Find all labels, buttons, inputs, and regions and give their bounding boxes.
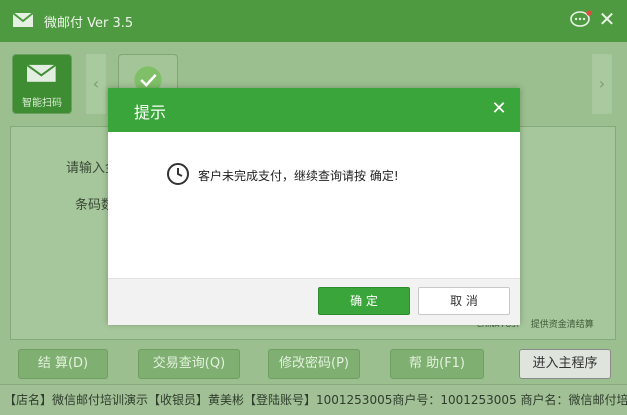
dialog-footer: 确 定 取 消 <box>108 278 520 325</box>
window-title: 微邮付 Ver 3.5 <box>44 16 134 31</box>
dialog-message-row: 客户未完成支付，继续查询请按 确定! <box>166 162 506 190</box>
dialog-message: 客户未完成支付，继续查询请按 确定! <box>198 169 399 183</box>
prev-arrow-button[interactable]: ‹ <box>86 54 106 114</box>
settlement-slogan: 提供资金清结算 <box>530 320 594 330</box>
change-password-button[interactable]: 修改密码(P) <box>268 349 360 379</box>
envelope-logo-icon <box>12 12 34 27</box>
close-icon[interactable]: ✕ <box>596 8 618 30</box>
next-arrow-button[interactable]: › <box>592 54 612 114</box>
settle-button[interactable]: 结 算(D) <box>18 349 108 379</box>
smart-scan-label: 智能扫码 <box>22 98 62 109</box>
dialog-header: 提示 ✕ <box>108 88 520 132</box>
enter-main-program-button[interactable]: 进入主程序 <box>519 349 611 379</box>
dialog-title: 提示 <box>134 103 167 122</box>
cancel-button[interactable]: 取 消 <box>418 287 510 315</box>
envelope-icon <box>26 64 57 82</box>
action-button-row: 结 算(D) 交易查询(Q) 修改密码(P) 帮 助(F1) 进入主程序 <box>0 346 627 380</box>
prompt-dialog: 提示 ✕ 客户未完成支付，继续查询请按 确定! 确 定 取 消 <box>108 88 520 325</box>
chat-bubble-icon[interactable] <box>570 10 592 30</box>
title-bar: 微邮付 Ver 3.5 ✕ <box>0 0 627 42</box>
clock-icon <box>167 163 189 185</box>
status-bar: 【店名】微信邮付培训演示【收银员】黄美彬【登陆账号】1001253005商户号：… <box>0 384 627 415</box>
smart-scan-button[interactable]: 智能扫码 <box>12 54 72 114</box>
transaction-query-button[interactable]: 交易查询(Q) <box>138 349 240 379</box>
help-button[interactable]: 帮 助(F1) <box>390 349 484 379</box>
confirm-button[interactable]: 确 定 <box>318 287 410 315</box>
dialog-close-icon[interactable]: ✕ <box>488 98 510 120</box>
